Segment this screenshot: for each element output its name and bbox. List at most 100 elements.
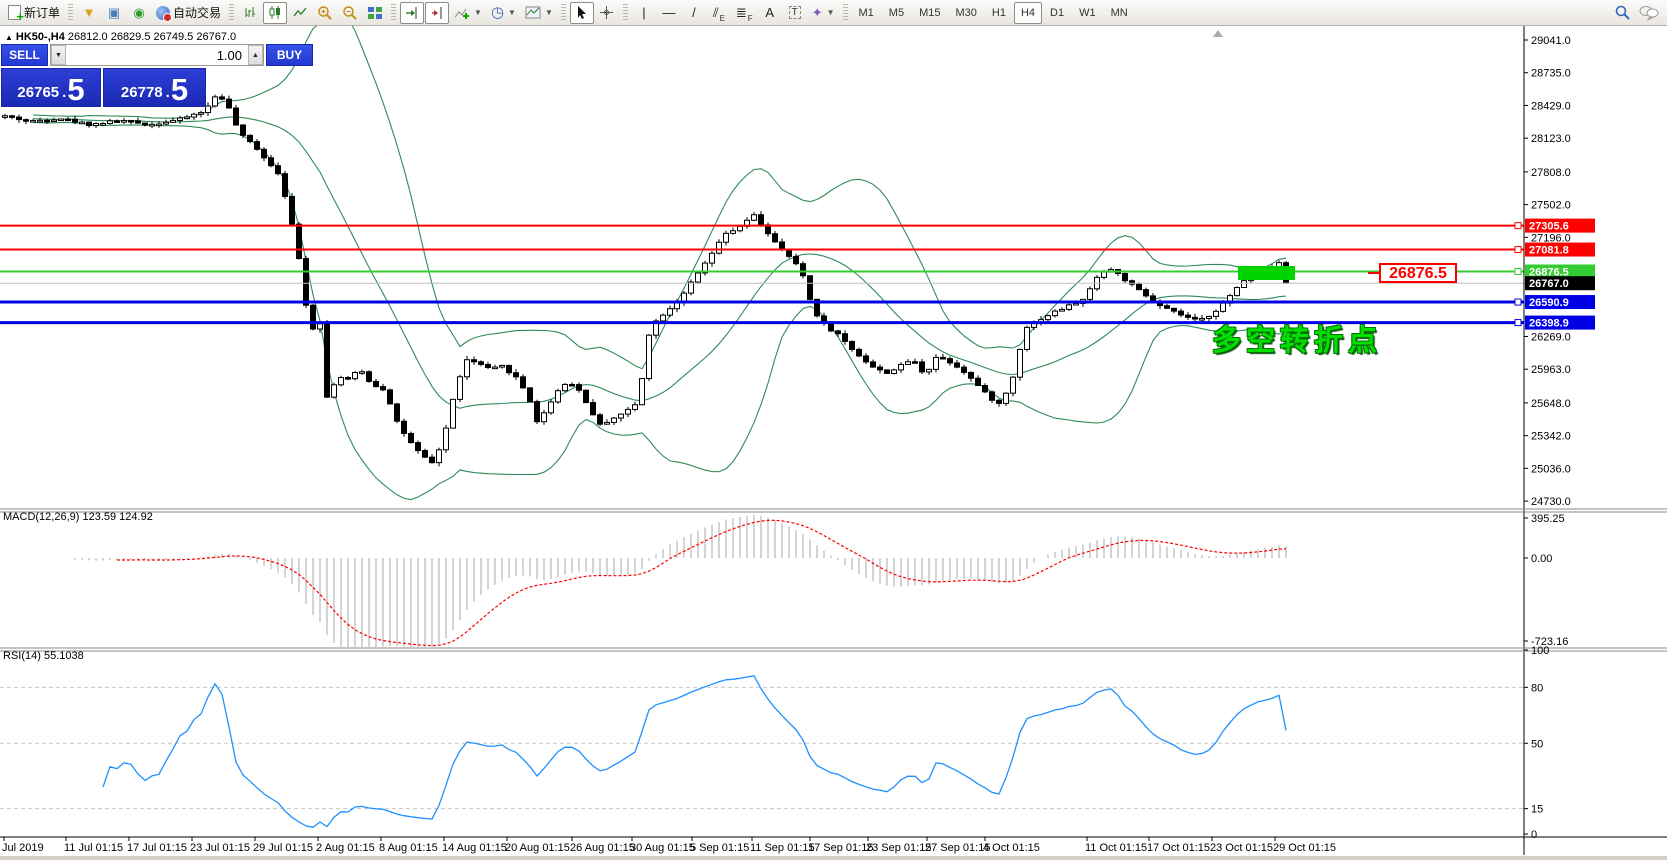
profile-button[interactable]: ▣ — [102, 2, 126, 24]
shapes-icon: ✦ — [812, 6, 823, 19]
trendline-button[interactable]: / — [682, 2, 706, 24]
indicators-button[interactable]: ▼ — [450, 2, 486, 24]
autoscroll-button[interactable] — [400, 2, 424, 24]
search-icon — [1614, 4, 1631, 21]
sell-price[interactable]: 26765.5 — [1, 68, 101, 107]
svg-text:28429.0: 28429.0 — [1531, 100, 1571, 112]
dropdown-caret-icon: ▼ — [827, 8, 835, 17]
timeframe-w1-button[interactable]: W1 — [1072, 2, 1103, 24]
svg-text:17 Oct 01:15: 17 Oct 01:15 — [1147, 842, 1210, 854]
vertical-line-icon: | — [642, 6, 645, 19]
timeframe-m15-button[interactable]: M15 — [912, 2, 947, 24]
channel-button[interactable]: ⫽E — [707, 2, 731, 24]
label-icon: T — [789, 6, 801, 19]
channel-icon: ⫽ — [713, 6, 719, 19]
chat-button[interactable] — [1635, 2, 1663, 24]
bar-chart-icon — [243, 5, 258, 20]
tile-windows-button[interactable] — [363, 2, 387, 24]
svg-text:29 Oct 01:15: 29 Oct 01:15 — [1273, 842, 1336, 854]
shapes-button[interactable]: ✦▼ — [808, 2, 839, 24]
svg-text:27081.8: 27081.8 — [1529, 245, 1569, 257]
timeframe-m30-button[interactable]: M30 — [948, 2, 983, 24]
price-callout[interactable]: 26876.5 — [1379, 263, 1457, 283]
fibonacci-button[interactable]: ≣F — [732, 2, 757, 24]
svg-text:30 Aug 01:15: 30 Aug 01:15 — [630, 842, 695, 854]
line-chart-button[interactable] — [288, 2, 312, 24]
search-button[interactable] — [1610, 2, 1635, 24]
funnel-icon: ▼ — [83, 6, 96, 19]
autotrading-label: 自动交易 — [173, 4, 221, 21]
tile-windows-icon — [367, 5, 383, 21]
cursor-button[interactable] — [570, 2, 594, 24]
horizontal-line-button[interactable]: — — [657, 2, 681, 24]
svg-text:27502.0: 27502.0 — [1531, 200, 1571, 212]
svg-text:100: 100 — [1531, 645, 1549, 657]
volume-decrease-button[interactable]: ▼ — [51, 45, 66, 65]
text-tool-button[interactable]: A — [758, 2, 782, 24]
svg-text:26269.0: 26269.0 — [1531, 331, 1571, 343]
svg-text:15: 15 — [1531, 804, 1543, 816]
fibonacci-icon: ≣ — [736, 6, 747, 19]
zoom-in-button[interactable] — [313, 2, 337, 24]
filter-button[interactable]: ▼ — [77, 2, 101, 24]
trendline-icon: / — [692, 6, 696, 19]
toolbar-grip — [623, 4, 628, 22]
rsi-grid — [0, 687, 1524, 808]
timeframe-h4-button[interactable]: H4 — [1014, 2, 1042, 24]
buy-button[interactable]: BUY — [266, 44, 313, 66]
new-order-button[interactable]: 新订单 — [4, 2, 64, 24]
label-tool-button[interactable]: T — [783, 2, 807, 24]
timeframe-m5-button[interactable]: M5 — [882, 2, 911, 24]
chart-title: ▲HK50-,H4 26812.0 26829.5 26749.5 26767.… — [5, 31, 236, 43]
volume-spinner: ▼ ▲ — [50, 44, 264, 66]
svg-text:27305.6: 27305.6 — [1529, 221, 1569, 233]
dropdown-caret-icon: ▼ — [474, 8, 482, 17]
volume-increase-button[interactable]: ▲ — [248, 45, 263, 65]
highlight-rectangle[interactable] — [1238, 266, 1295, 280]
svg-text:4 Oct 01:15: 4 Oct 01:15 — [983, 842, 1040, 854]
svg-text:17 Jul 01:15: 17 Jul 01:15 — [127, 842, 187, 854]
periods-button[interactable]: ◷ ▼ — [487, 2, 520, 24]
svg-text:28123.0: 28123.0 — [1531, 133, 1571, 145]
timeframe-mn-button[interactable]: MN — [1104, 2, 1135, 24]
toolbar-grip — [843, 4, 848, 22]
signal-button[interactable]: ◉ — [127, 2, 151, 24]
svg-text:17 Sep 01:15: 17 Sep 01:15 — [808, 842, 873, 854]
autotrading-button[interactable]: 自动交易 — [152, 2, 225, 24]
svg-text:Jul 2019: Jul 2019 — [2, 842, 44, 854]
svg-text:26767.0: 26767.0 — [1529, 278, 1569, 290]
chart-canvas[interactable]: 27305.627081.826876.526590.926398.926767… — [0, 0, 1667, 860]
sell-button[interactable]: SELL — [1, 44, 48, 66]
cursor-icon — [575, 5, 588, 20]
macd-axis: 395.250.00-723.16 — [1524, 513, 1568, 648]
chart-marker-icon: ▲ — [5, 33, 13, 42]
buy-price[interactable]: 26778.5 — [103, 68, 206, 107]
svg-text:11 Sep 01:15: 11 Sep 01:15 — [750, 842, 815, 854]
toolbar-grip — [561, 4, 566, 22]
symbol-period: HK50-,H4 — [16, 31, 65, 43]
timeframe-d1-button[interactable]: D1 — [1043, 2, 1071, 24]
svg-text:0: 0 — [1531, 829, 1537, 841]
templates-button[interactable]: ▼ — [521, 2, 557, 24]
macd-label: MACD(12,26,9) 123.59 124.92 — [3, 511, 153, 523]
chat-icon — [1639, 5, 1659, 21]
timeframe-m1-button[interactable]: M1 — [852, 2, 881, 24]
bar-chart-button[interactable] — [238, 2, 262, 24]
profile-icon: ▣ — [108, 6, 120, 19]
panel-separators — [0, 509, 1667, 651]
timeframe-h1-button[interactable]: H1 — [985, 2, 1013, 24]
turning-point-annotation[interactable]: 多空转折点 — [1212, 317, 1382, 359]
bollinger-bands — [33, 7, 1286, 500]
crosshair-button[interactable] — [595, 2, 619, 24]
chart-shift-button[interactable] — [425, 2, 449, 24]
vertical-line-button[interactable]: | — [632, 2, 656, 24]
svg-text:20 Aug 01:15: 20 Aug 01:15 — [505, 842, 570, 854]
zoom-out-button[interactable] — [338, 2, 362, 24]
svg-text:2 Aug 01:15: 2 Aug 01:15 — [316, 842, 375, 854]
rsi-panel — [103, 676, 1286, 828]
svg-text:29041.0: 29041.0 — [1531, 35, 1571, 47]
crosshair-icon — [599, 5, 614, 20]
candle-chart-button[interactable] — [263, 2, 287, 24]
volume-input[interactable] — [66, 45, 248, 65]
svg-text:11 Jul 01:15: 11 Jul 01:15 — [64, 842, 123, 854]
